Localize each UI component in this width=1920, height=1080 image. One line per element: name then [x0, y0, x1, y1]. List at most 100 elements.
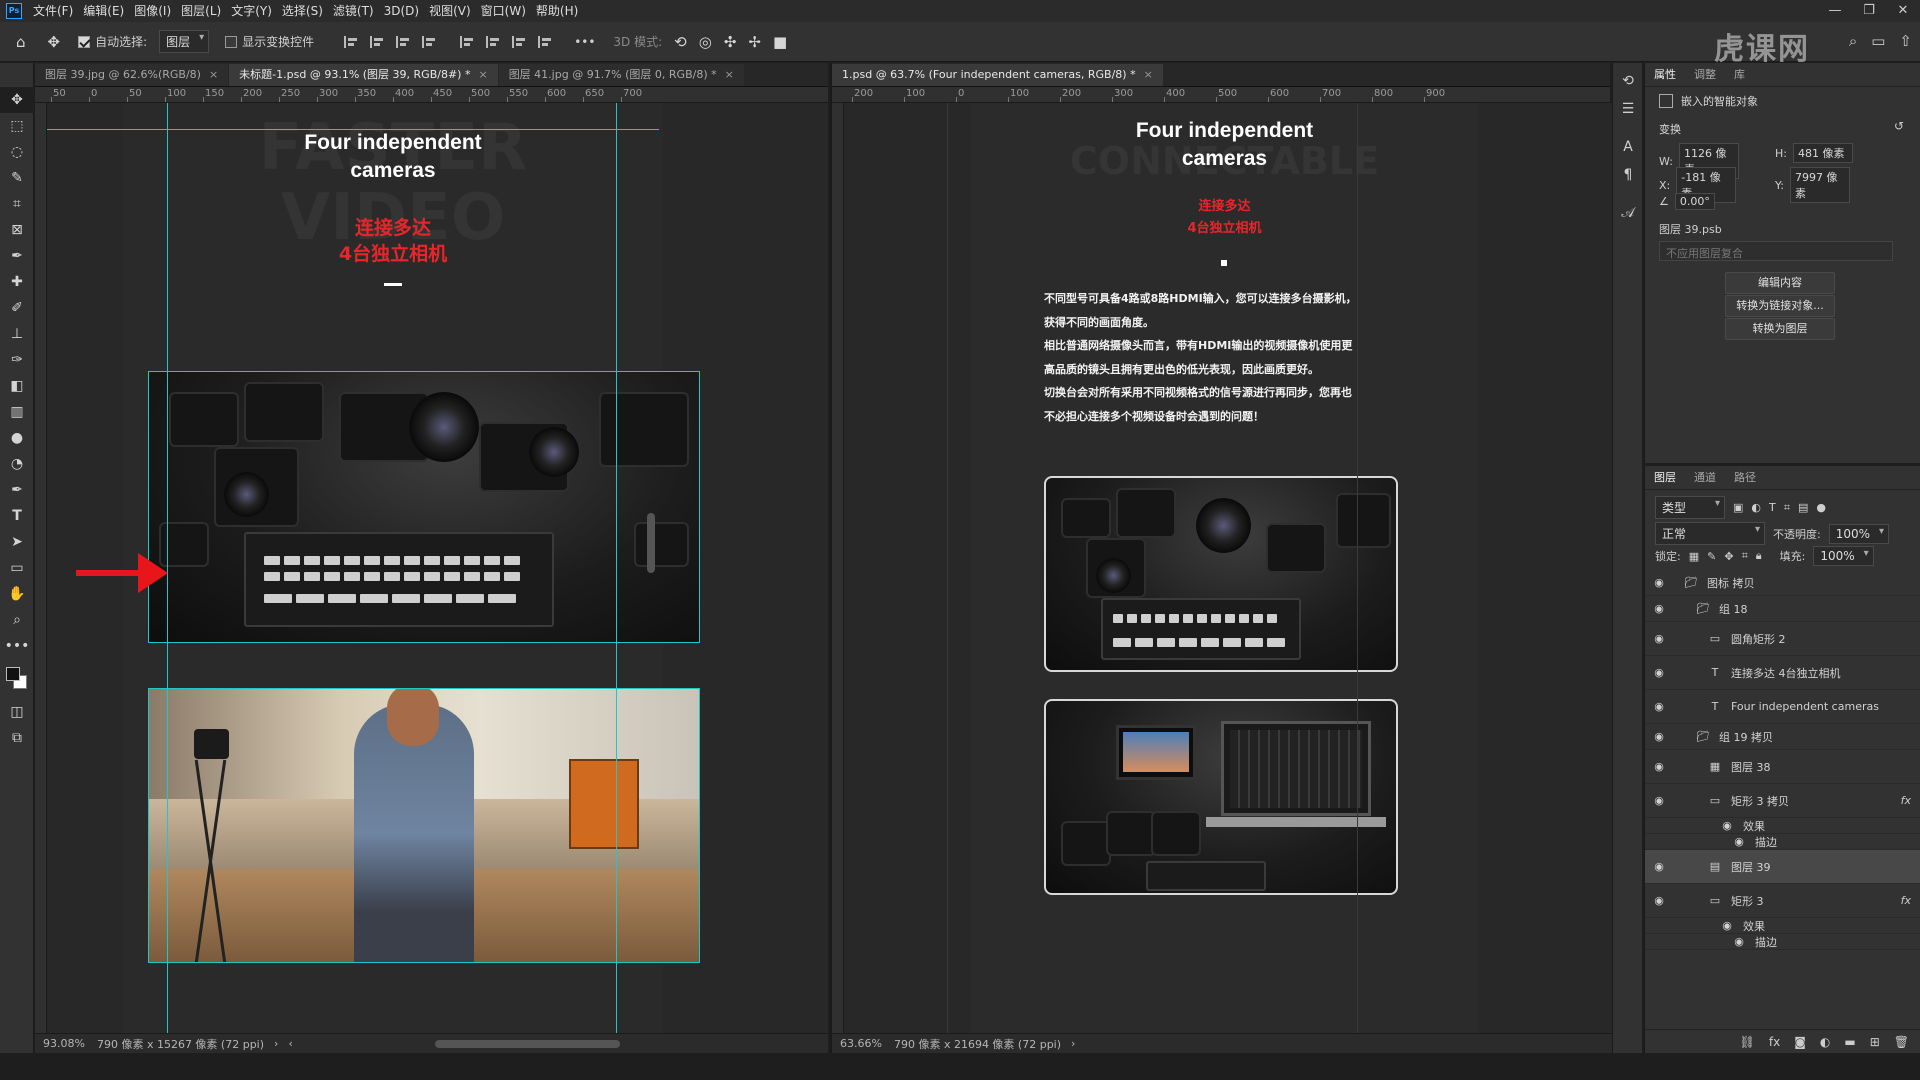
layer-comp-select[interactable]: 不应用图层复合	[1659, 241, 1893, 261]
convert-to-linked-button[interactable]: 转换为链接对象...	[1725, 295, 1835, 317]
foreground-color-swatch[interactable]	[6, 667, 20, 681]
reset-transform-icon[interactable]: ↺	[1894, 119, 1904, 133]
layer-fx-badge[interactable]: fx	[1901, 794, 1911, 807]
menu-item[interactable]: 文字(Y)	[226, 0, 277, 22]
trash-icon[interactable]: 🗑︎	[1894, 1035, 1909, 1049]
eyedropper-tool-icon[interactable]: ✒	[0, 243, 34, 269]
menu-item[interactable]: 滤镜(T)	[328, 0, 379, 22]
more-options-button[interactable]: •••	[574, 35, 595, 49]
adjustment-layer-icon[interactable]: ◐	[1820, 1035, 1830, 1049]
home-icon[interactable]: ⌂	[16, 33, 26, 51]
menu-item[interactable]: 选择(S)	[277, 0, 328, 22]
visibility-eye-icon[interactable]: ◉	[1645, 730, 1673, 743]
menu-item[interactable]: 窗口(W)	[476, 0, 531, 22]
brush-tool-icon[interactable]: ✐	[0, 295, 34, 321]
chevron-left-icon[interactable]: ‹	[288, 1037, 292, 1050]
menu-item[interactable]: 编辑(E)	[78, 0, 129, 22]
close-tab-icon[interactable]: ×	[209, 68, 218, 81]
close-tab-icon[interactable]: ×	[725, 68, 734, 81]
pen-tool-icon[interactable]: ✒	[0, 477, 34, 503]
lock-transparent-icon[interactable]: ▦	[1689, 550, 1699, 563]
filter-toggle-icon[interactable]: ●	[1816, 501, 1826, 514]
frame-tool-icon[interactable]: ⊠	[0, 217, 34, 243]
menu-item[interactable]: 视图(V)	[424, 0, 476, 22]
convert-to-layers-button[interactable]: 转换为图层	[1725, 318, 1835, 340]
layer-row[interactable]: ◉ 描边	[1645, 934, 1920, 950]
character-panel-icon[interactable]: A	[1613, 133, 1643, 161]
history-panel-icon[interactable]: ⟲	[1613, 67, 1643, 95]
tab-libraries[interactable]: 库	[1725, 63, 1754, 87]
3d-camera-icon[interactable]: ■	[773, 33, 787, 51]
link-layers-icon[interactable]: ⛓︎	[1740, 1035, 1755, 1049]
layer-row[interactable]: ◉ 📁︎ 图标 拷贝	[1645, 570, 1920, 596]
layer-row[interactable]: ◉ ▭ 矩形 3 fx	[1645, 884, 1920, 918]
visibility-eye-icon[interactable]: ◉	[1645, 700, 1673, 713]
zoom-tool-icon[interactable]: ⌕	[0, 607, 34, 633]
document-tab[interactable]: 未标题-1.psd @ 93.1% (图层 39, RGB/8#) * ×	[229, 64, 498, 86]
visibility-eye-icon[interactable]: ◉	[1645, 602, 1673, 615]
visibility-eye-icon[interactable]: ◉	[1645, 860, 1673, 873]
shop-photo[interactable]	[148, 688, 700, 963]
glyphs-panel-icon[interactable]: 𝒜	[1613, 199, 1643, 227]
layer-row[interactable]: ◉ 📁︎ 组 19 拷贝	[1645, 724, 1920, 750]
fill-input[interactable]: 100%	[1813, 546, 1874, 566]
visibility-eye-icon[interactable]: ◉	[1645, 576, 1673, 589]
clone-stamp-tool-icon[interactable]: ⊥	[0, 321, 34, 347]
new-group-icon[interactable]: ▬	[1844, 1035, 1855, 1049]
visibility-eye-icon[interactable]: ◉	[1645, 760, 1673, 773]
left-scrollbar-thumb[interactable]	[647, 513, 655, 573]
layer-row[interactable]: ◉ ▭ 圆角矩形 2	[1645, 622, 1920, 656]
layer-row[interactable]: ◉ ▦ 图层 38	[1645, 750, 1920, 784]
blur-tool-icon[interactable]: ●	[0, 425, 34, 451]
tab-paths[interactable]: 路径	[1725, 466, 1765, 490]
dodge-tool-icon[interactable]: ◔	[0, 451, 34, 477]
eraser-tool-icon[interactable]: ◧	[0, 373, 34, 399]
document-tab[interactable]: 图层 41.jpg @ 91.7% (图层 0, RGB/8) * ×	[498, 64, 744, 86]
layer-filter-select[interactable]: 类型	[1655, 496, 1725, 519]
layer-row[interactable]: ◉ 📁︎ 组 18	[1645, 596, 1920, 622]
document-tab[interactable]: 图层 39.jpg @ 62.6%(RGB/8) ×	[35, 64, 229, 86]
h-input[interactable]: 481 像素	[1792, 143, 1853, 163]
mask-icon[interactable]: ◙	[1794, 1035, 1806, 1049]
tab-properties[interactable]: 属性	[1645, 63, 1685, 87]
close-tab-icon[interactable]: ×	[478, 68, 487, 81]
menu-item[interactable]: 3D(D)	[379, 0, 424, 22]
align-center-icon[interactable]	[370, 35, 384, 48]
visibility-eye-icon[interactable]: ◉	[1645, 794, 1673, 807]
workspace-icon[interactable]: ▭	[1871, 32, 1885, 50]
3d-slide-icon[interactable]: ✢	[748, 33, 761, 51]
share-icon[interactable]: ⇧	[1899, 32, 1912, 50]
cameras-photo[interactable]	[148, 371, 700, 643]
chevron-right-icon[interactable]: ›	[274, 1037, 278, 1050]
close-icon[interactable]: ✕	[1886, 0, 1920, 22]
tab-layers[interactable]: 图层	[1645, 466, 1685, 490]
align-middle-icon[interactable]	[486, 35, 500, 48]
left-hscrollbar-thumb[interactable]	[435, 1040, 620, 1048]
layer-row[interactable]: ◉ ▭ 矩形 3 拷贝 fx	[1645, 784, 1920, 818]
filter-pixel-icon[interactable]: ▣	[1733, 501, 1743, 514]
3d-rotate-icon[interactable]: ⟲	[674, 33, 687, 51]
angle-input[interactable]: 0.00°	[1674, 193, 1715, 210]
right-doc-tab[interactable]: 1.psd @ 63.7% (Four independent cameras,…	[832, 64, 1163, 86]
show-transform-option[interactable]: 显示变换控件	[225, 33, 314, 50]
quick-select-tool-icon[interactable]: ✎	[0, 165, 34, 191]
lock-all-icon[interactable]: 🔒︎	[1756, 549, 1762, 563]
filter-shape-icon[interactable]: ⌗	[1784, 501, 1790, 515]
auto-select-option[interactable]: 自动选择:	[78, 33, 147, 50]
align-bottom-icon[interactable]	[512, 35, 526, 48]
layer-row[interactable]: ◉ ▤ 图层 39	[1645, 850, 1920, 884]
crop-tool-icon[interactable]: ⌗	[0, 191, 34, 217]
right-setup-photo[interactable]	[1044, 699, 1398, 895]
lock-artboard-icon[interactable]: ⌗	[1742, 549, 1748, 563]
healing-brush-tool-icon[interactable]: ✚	[0, 269, 34, 295]
layer-row[interactable]: ◉ T 连接多达 4台独立相机	[1645, 656, 1920, 690]
visibility-eye-icon[interactable]: ◉	[1645, 632, 1673, 645]
layer-row[interactable]: ◉ T Four independent cameras	[1645, 690, 1920, 724]
distribute-icon[interactable]	[422, 35, 436, 48]
menu-item[interactable]: 帮助(H)	[531, 0, 583, 22]
align-right-icon[interactable]	[396, 35, 410, 48]
visibility-eye-icon[interactable]: ◉	[1645, 894, 1673, 907]
visibility-eye-icon[interactable]: ◉	[1645, 666, 1673, 679]
right-cameras-photo[interactable]	[1044, 476, 1398, 672]
layer-fx-badge[interactable]: fx	[1901, 894, 1911, 907]
